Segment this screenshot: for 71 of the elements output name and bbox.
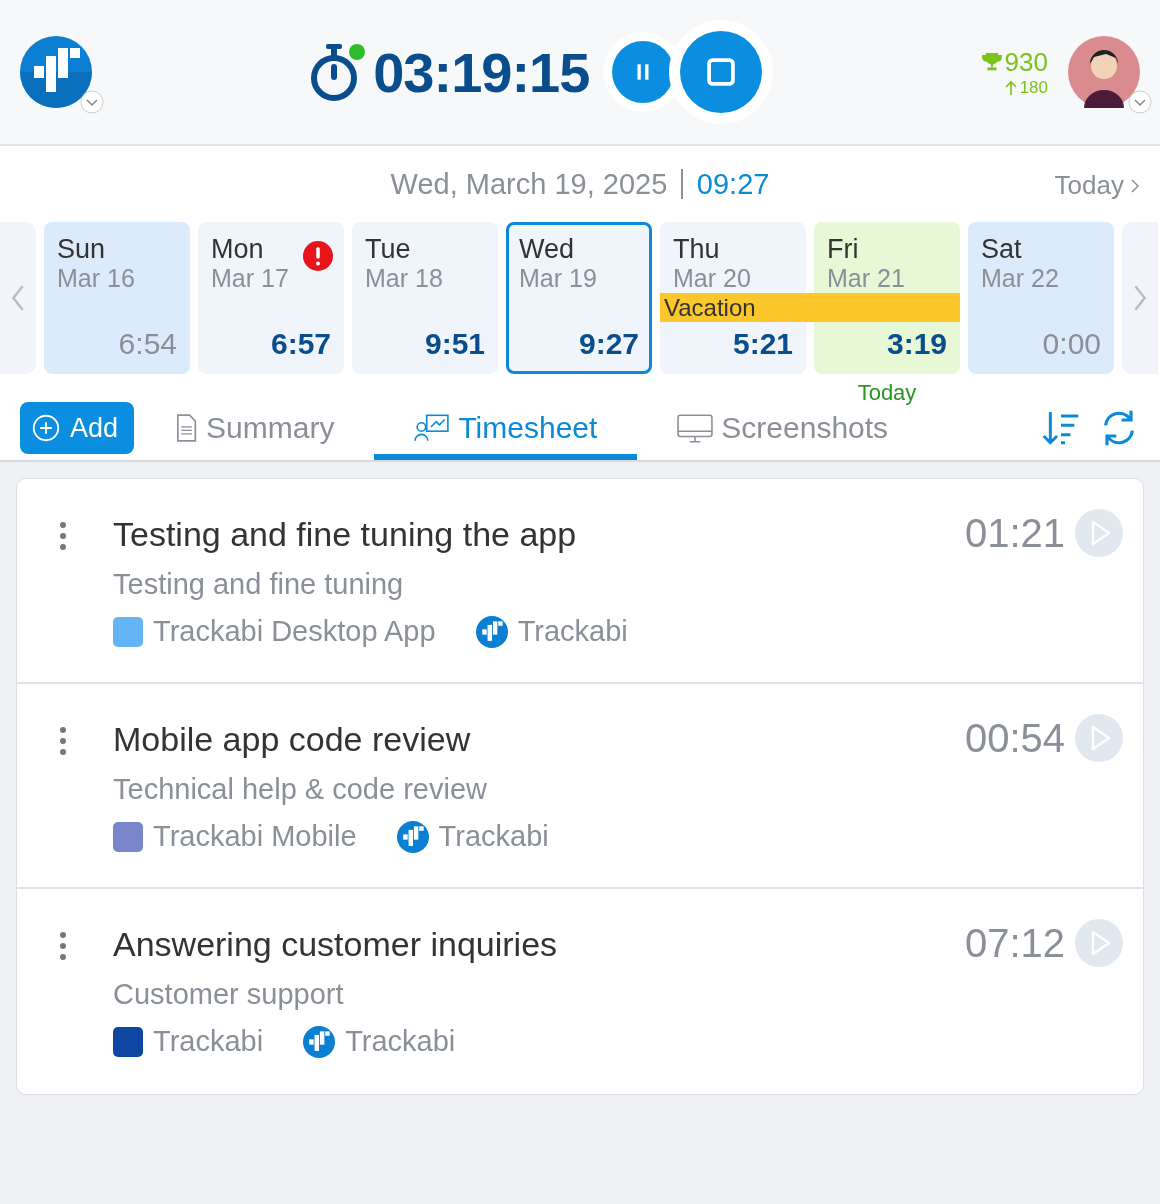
day-card[interactable]: Fri Mar 21 3:19 — [814, 222, 960, 374]
more-icon[interactable] — [59, 931, 67, 961]
client-name: Trackabi — [345, 1025, 456, 1058]
entry-title: Testing and fine tuning the app — [113, 515, 578, 554]
day-card[interactable]: Tue Mar 18 9:51 — [352, 222, 498, 374]
trophy-icon — [980, 51, 1003, 73]
today-label: Today — [857, 380, 917, 406]
app-logo[interactable] — [20, 36, 92, 108]
day-name: Thu — [673, 235, 721, 265]
add-button[interactable]: Add — [20, 402, 135, 454]
client-logo-icon — [396, 820, 429, 853]
chevron-right-icon — [1133, 284, 1147, 312]
entry-title: Mobile app code review — [113, 720, 472, 759]
day-date: Mar 22 — [981, 264, 1060, 293]
stopwatch-icon — [309, 42, 360, 102]
day-name: Wed — [519, 235, 576, 265]
current-time: 09:27 — [696, 167, 770, 201]
entry-duration: 01:21 — [964, 511, 1065, 556]
day-hours: 9:51 — [424, 327, 485, 361]
day-date: Mar 20 — [673, 264, 752, 293]
day-hours: 5:21 — [732, 327, 793, 361]
timer-display: 03:19:15 — [373, 39, 590, 105]
entry-duration: 07:12 — [964, 921, 1065, 966]
day-name: Sun — [57, 235, 107, 265]
client-logo-icon — [475, 615, 508, 648]
score-value: 930 — [1004, 46, 1048, 78]
day-date: Mar 17 — [211, 264, 290, 293]
entry-task: Technical help & code review — [113, 773, 488, 806]
entry-title: Answering customer inquiries — [113, 925, 559, 964]
entry-task: Customer support — [113, 978, 345, 1011]
more-icon[interactable] — [59, 521, 67, 551]
project-name: Trackabi Desktop App — [153, 615, 436, 648]
day-name: Tue — [365, 235, 412, 265]
person-chart-icon — [414, 414, 451, 442]
more-icon[interactable] — [59, 726, 67, 756]
day-card[interactable]: Wed Mar 19 9:27 — [506, 222, 652, 374]
project-name: Trackabi Mobile — [153, 820, 357, 853]
day-hours: 6:54 — [118, 327, 177, 361]
chevron-right-icon — [1130, 177, 1140, 194]
entry-task: Testing and fine tuning — [113, 568, 405, 601]
day-hours: 9:27 — [578, 327, 639, 361]
entry-duration: 00:54 — [964, 716, 1065, 761]
day-name: Mon — [211, 235, 265, 265]
day-name: Fri — [827, 235, 860, 265]
day-card[interactable]: Sun Mar 16 6:54 — [44, 222, 190, 374]
current-date: Wed, March 19, 2025 — [390, 167, 668, 201]
dropdown-icon[interactable] — [1128, 90, 1152, 114]
up-arrow-icon — [1004, 79, 1017, 96]
day-card[interactable]: Mon Mar 17 6:57 — [198, 222, 344, 374]
day-hours: 3:19 — [886, 327, 947, 361]
day-card[interactable]: Sat Mar 22 0:00 — [968, 222, 1114, 374]
day-date: Mar 16 — [57, 264, 136, 293]
stop-button[interactable] — [680, 31, 763, 113]
day-name: Sat — [981, 235, 1023, 265]
client-name: Trackabi — [438, 820, 549, 853]
chevron-left-icon — [11, 284, 25, 312]
score-change: 180 — [1019, 77, 1048, 98]
day-date: Mar 19 — [519, 264, 598, 293]
client-logo-icon — [303, 1025, 336, 1058]
document-icon — [174, 414, 199, 442]
day-date: Mar 18 — [365, 264, 444, 293]
user-avatar[interactable] — [1068, 36, 1140, 108]
day-hours: 0:00 — [1042, 327, 1101, 361]
dropdown-icon[interactable] — [80, 90, 104, 114]
day-date: Mar 21 — [827, 264, 906, 293]
monitor-icon — [677, 413, 714, 443]
plus-circle-icon — [32, 414, 60, 442]
event-banner: Vacation — [660, 293, 814, 322]
client-name: Trackabi — [517, 615, 628, 648]
day-hours: 6:57 — [270, 327, 331, 361]
project-name: Trackabi — [153, 1025, 264, 1058]
